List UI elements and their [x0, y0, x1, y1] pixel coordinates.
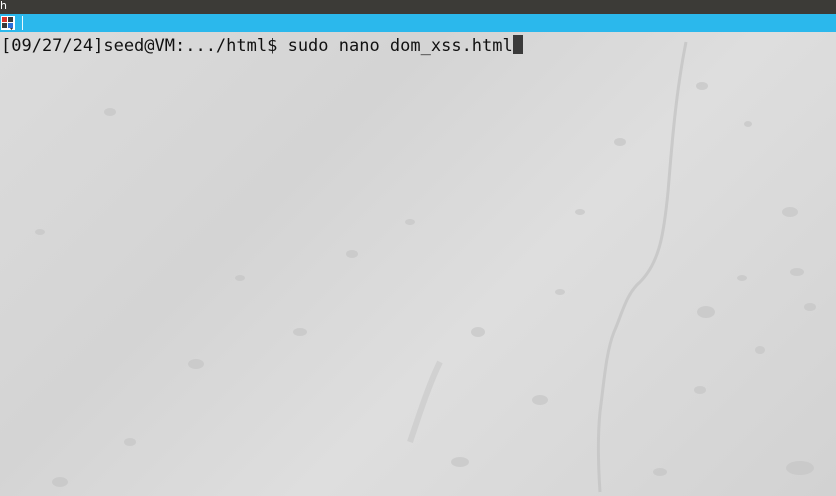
command-text[interactable]: sudo nano dom_xss.html: [288, 36, 513, 56]
terminal-tabbar: [0, 14, 836, 32]
tab-separator: [22, 16, 23, 30]
text-cursor-block: [512, 35, 523, 54]
window-titlebar[interactable]: h: [0, 0, 836, 14]
terminal-app-icon[interactable]: [1, 16, 15, 30]
command-line[interactable]: [09/27/24]seed@VM:.../html$ sudo nano do…: [1, 35, 523, 57]
desktop-screen: h [09/27/24]seed@VM:.../html$ sudo nano …: [0, 0, 836, 496]
shell-prompt: [09/27/24]seed@VM:.../html$: [1, 36, 288, 56]
terminal-output[interactable]: [09/27/24]seed@VM:.../html$ sudo nano do…: [0, 32, 836, 496]
window-title: h: [0, 0, 7, 12]
